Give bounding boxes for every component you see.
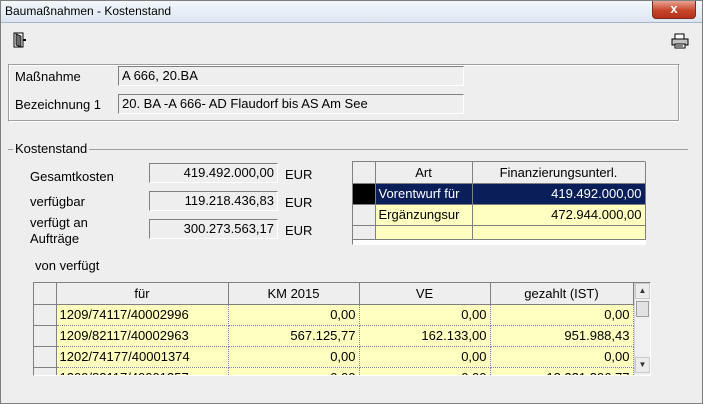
betrag-cell[interactable]: 472.944.000,00 bbox=[472, 204, 646, 226]
table-row[interactable]: 1209/82117/40001357 0,00 0,00 18.221.396… bbox=[34, 367, 634, 375]
verfuegt-unit: EUR bbox=[285, 223, 313, 238]
finanzierung-row[interactable]: Ergänzungsur 472.944.000,00 bbox=[353, 204, 646, 226]
verfuegt-label-line2: Aufträge bbox=[30, 231, 80, 246]
verfuegbar-field[interactable]: 119.218.436,83 bbox=[149, 191, 278, 211]
row-indicator[interactable] bbox=[353, 204, 376, 226]
bezeichnung-field[interactable]: 20. BA -A 666- AD Flaudorf bis AS Am See bbox=[118, 94, 464, 114]
fuer-cell[interactable]: 1209/74117/40002996 bbox=[56, 304, 229, 326]
title-bar: Baumaßnahmen - Kostenstand x bbox=[1, 1, 702, 23]
column-header-gezahlt[interactable]: gezahlt (IST) bbox=[490, 283, 634, 305]
massnahme-field[interactable]: A 666, 20.BA bbox=[118, 66, 464, 86]
ve-cell[interactable]: 0,00 bbox=[359, 367, 491, 375]
von-verfuegt-label: von verfügt bbox=[35, 258, 100, 273]
grid-corner bbox=[34, 283, 57, 305]
verfuegbar-label: verfügbar bbox=[30, 194, 85, 209]
verfuegbar-unit: EUR bbox=[285, 195, 313, 210]
table-row[interactable]: 1202/74177/40001374 0,00 0,00 0,00 bbox=[34, 346, 634, 368]
column-header-km2015[interactable]: KM 2015 bbox=[228, 283, 360, 305]
kostenstand-group-line bbox=[8, 149, 688, 150]
ist-cell[interactable]: 0,00 bbox=[490, 304, 634, 326]
ve-cell[interactable]: 0,00 bbox=[359, 346, 491, 368]
massnahme-label: Maßnahme bbox=[15, 69, 81, 84]
vertical-scrollbar[interactable]: ▲ ▼ bbox=[634, 283, 650, 375]
art-cell[interactable] bbox=[375, 225, 473, 240]
verfuegt-field[interactable]: 300.273.563,17 bbox=[149, 219, 278, 239]
close-button[interactable]: x bbox=[652, 1, 696, 19]
fuer-cell[interactable]: 1209/82117/40002963 bbox=[56, 325, 229, 347]
finanzierung-row[interactable] bbox=[353, 225, 646, 240]
row-indicator-current[interactable] bbox=[353, 183, 376, 205]
bezeichnung-label: Bezeichnung 1 bbox=[15, 97, 102, 112]
ve-cell[interactable]: 0,00 bbox=[359, 304, 491, 326]
scroll-up-icon[interactable]: ▲ bbox=[635, 283, 650, 299]
betrag-cell[interactable]: 419.492.000,00 bbox=[472, 183, 646, 205]
finanzierung-grid: Art Finanzierungsunterl. Vorentwurf für … bbox=[352, 161, 646, 245]
km-cell[interactable]: 567.125,77 bbox=[228, 325, 360, 347]
dialog-content: Maßnahme A 666, 20.BA Bezeichnung 1 20. … bbox=[2, 58, 701, 403]
art-cell[interactable]: Vorentwurf für bbox=[375, 183, 473, 205]
kostenstand-group-title: Kostenstand bbox=[13, 141, 90, 156]
table-row[interactable]: 1209/74117/40002996 0,00 0,00 0,00 bbox=[34, 304, 634, 326]
verfuegt-label-line1: verfügt an bbox=[30, 215, 88, 230]
ve-cell[interactable]: 162.133,00 bbox=[359, 325, 491, 347]
gesamtkosten-unit: EUR bbox=[285, 167, 313, 182]
column-header-fuer[interactable]: für bbox=[56, 283, 229, 305]
km-cell[interactable]: 0,00 bbox=[228, 304, 360, 326]
column-header-finanzierung[interactable]: Finanzierungsunterl. bbox=[472, 162, 646, 184]
fuer-cell[interactable]: 1202/74177/40001374 bbox=[56, 346, 229, 368]
row-indicator[interactable] bbox=[34, 346, 57, 368]
row-indicator[interactable] bbox=[34, 367, 57, 375]
ist-cell[interactable]: 951.988,43 bbox=[490, 325, 634, 347]
von-verfuegt-header-row: für KM 2015 VE gezahlt (IST) bbox=[34, 283, 634, 305]
ist-cell[interactable]: 18.221.396,77 bbox=[490, 367, 634, 375]
finanzierung-row[interactable]: Vorentwurf für 419.492.000,00 bbox=[353, 183, 646, 205]
kostenstand-window: Baumaßnahmen - Kostenstand x Maßnahme A … bbox=[0, 0, 703, 404]
grid-corner bbox=[353, 162, 376, 184]
row-indicator[interactable] bbox=[353, 225, 376, 240]
table-row[interactable]: 1209/82117/40002963 567.125,77 162.133,0… bbox=[34, 325, 634, 347]
window-title: Baumaßnahmen - Kostenstand bbox=[5, 4, 172, 18]
gesamtkosten-field[interactable]: 419.492.000,00 bbox=[149, 163, 278, 183]
fuer-cell[interactable]: 1209/82117/40001357 bbox=[56, 367, 229, 375]
ist-cell[interactable]: 0,00 bbox=[490, 346, 634, 368]
row-indicator[interactable] bbox=[34, 325, 57, 347]
toolbar bbox=[2, 24, 701, 58]
scroll-down-icon[interactable]: ▼ bbox=[635, 357, 650, 373]
km-cell[interactable]: 0,00 bbox=[228, 346, 360, 368]
printer-icon[interactable] bbox=[671, 33, 689, 51]
column-header-art[interactable]: Art bbox=[375, 162, 473, 184]
art-cell[interactable]: Ergänzungsur bbox=[375, 204, 473, 226]
km-cell[interactable]: 0,00 bbox=[228, 367, 360, 375]
betrag-cell[interactable] bbox=[472, 225, 646, 240]
column-header-ve[interactable]: VE bbox=[359, 283, 491, 305]
scroll-thumb[interactable] bbox=[636, 301, 649, 317]
finanzierung-header-row: Art Finanzierungsunterl. bbox=[353, 162, 646, 184]
exit-door-icon[interactable] bbox=[13, 32, 31, 50]
row-indicator[interactable] bbox=[34, 304, 57, 326]
von-verfuegt-grid: für KM 2015 VE gezahlt (IST) 1209/74117/… bbox=[33, 282, 651, 376]
gesamtkosten-label: Gesamtkosten bbox=[30, 169, 114, 184]
